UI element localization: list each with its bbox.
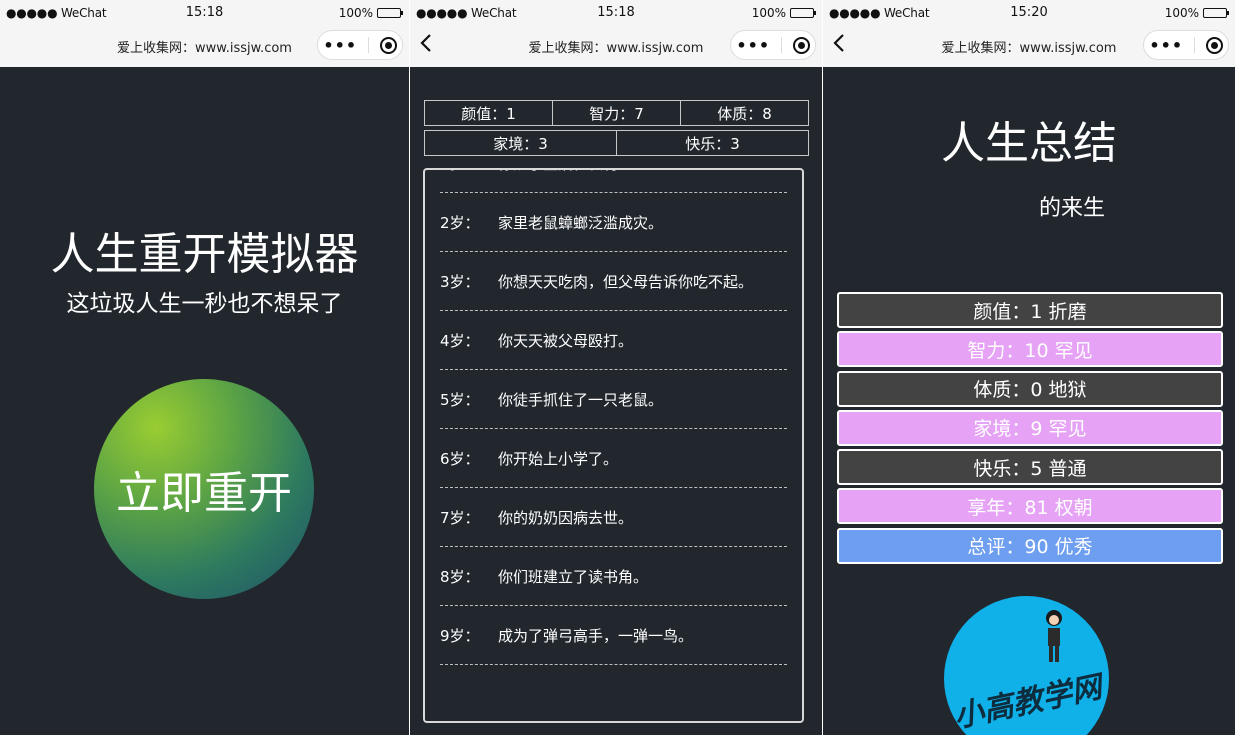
log-text: 成为了弹弓高手，一弹一鸟。 [498, 626, 694, 645]
life-log-scroll[interactable]: 1岁：你从小生活在农村 2岁： 家里老鼠蟑螂泛滥成灾。 3岁： 你想天天吃肉，但父母告诉… [423, 168, 804, 723]
log-age: 3岁： [440, 272, 480, 291]
logo-text: 小高教学网 [950, 669, 1105, 735]
life-log-list: 1岁：你从小生活在农村 2岁： 家里老鼠蟑螂泛滥成灾。 3岁： 你想天天吃肉，但父母告诉… [440, 170, 787, 665]
log-age: 4岁： [440, 331, 480, 350]
summary-result-bar: 总评：90 优秀 [837, 527, 1223, 564]
nav-bar: 爱上收集网：www.issjw.com ••• [823, 26, 1235, 67]
home-screen: ●●●●● WeChat 15:18 100% 爱上收集网：www.issjw.… [0, 0, 409, 735]
more-dots-icon[interactable]: ••• [736, 36, 770, 55]
battery-indicator: 100% [1164, 6, 1229, 20]
cartoon-figure-icon [1046, 610, 1062, 662]
attribute-row: 颜值：1 智力：7 体质：8 [424, 100, 809, 126]
game-screen: ●●●●● WeChat 15:18 100% 爱上收集网：www.issjw.… [410, 0, 822, 735]
log-text: 你徒手抓住了一只老鼠。 [498, 390, 664, 409]
attribute-cell: 体质：8 [680, 100, 809, 126]
capsule-divider [780, 37, 782, 53]
log-age: 1岁： [440, 170, 498, 174]
nav-bar: 爱上收集网：www.issjw.com ••• [0, 26, 409, 67]
app-title: 人生重开模拟器 [50, 229, 359, 280]
log-text: 你的奶奶因病去世。 [498, 508, 634, 527]
summary-title: 人生总结 [941, 118, 1117, 169]
battery-icon [1203, 8, 1229, 18]
attribute-cell: 颜值：1 [424, 100, 553, 126]
app-subtitle: 这垃圾人生一秒也不想呆了 [66, 291, 343, 317]
life-log-item: 3岁： 你想天天吃肉，但父母告诉你吃不起。 [440, 252, 787, 311]
life-log-item: 7岁： 你的奶奶因病去世。 [440, 488, 787, 547]
status-bar: ●●●●● WeChat 15:18 100% [0, 0, 409, 26]
restart-button[interactable]: 立即重开 [94, 379, 314, 599]
battery-indicator: 100% [751, 6, 816, 20]
target-close-icon[interactable] [792, 36, 810, 54]
battery-icon [377, 8, 403, 18]
mini-program-capsule[interactable]: ••• [730, 30, 816, 60]
life-log-item: 5岁： 你徒手抓住了一只老鼠。 [440, 370, 787, 429]
summary-result-list: 颜值：1 折磨 智力：10 罕见 体质：0 地狱 家境：9 罕见 快乐：5 普通 享年：8… [837, 292, 1223, 567]
mini-program-capsule[interactable]: ••• [317, 30, 403, 60]
life-log-item: 8岁： 你们班建立了读书角。 [440, 547, 787, 606]
log-age: 8岁： [440, 567, 480, 586]
status-bar: ●●●●● WeChat 15:20 100% [823, 0, 1235, 26]
life-log-item: 2岁： 家里老鼠蟑螂泛滥成灾。 [440, 193, 787, 252]
log-text: 家里老鼠蟑螂泛滥成灾。 [498, 213, 664, 232]
site-logo: 小高教学网 [944, 596, 1109, 735]
battery-indicator: 100% [338, 6, 403, 20]
log-text: 你想天天吃肉，但父母告诉你吃不起。 [498, 272, 754, 291]
log-text: 你从小生活在农村 [498, 170, 787, 174]
summary-result-bar: 体质：0 地狱 [837, 370, 1223, 407]
more-dots-icon[interactable]: ••• [323, 36, 357, 55]
log-text: 你开始上小学了。 [498, 449, 619, 468]
battery-icon [790, 8, 816, 18]
log-text: 你们班建立了读书角。 [498, 567, 649, 586]
summary-result-bar: 家境：9 罕见 [837, 409, 1223, 446]
target-close-icon[interactable] [379, 36, 397, 54]
log-age: 9岁： [440, 626, 480, 645]
battery-percent: 100% [338, 6, 373, 20]
attribute-row: 家境：3 快乐：3 [424, 130, 809, 156]
battery-percent: 100% [751, 6, 786, 20]
summary-result-bar: 享年：81 权朝 [837, 488, 1223, 525]
capsule-divider [367, 37, 369, 53]
more-dots-icon[interactable]: ••• [1149, 36, 1183, 55]
summary-result-bar: 快乐：5 普通 [837, 449, 1223, 486]
summary-result-bar: 智力：10 罕见 [837, 331, 1223, 368]
life-log-item: 6岁： 你开始上小学了。 [440, 429, 787, 488]
status-bar: ●●●●● WeChat 15:18 100% [410, 0, 822, 26]
target-close-icon[interactable] [1205, 36, 1223, 54]
nav-bar: 爱上收集网：www.issjw.com ••• [410, 26, 822, 67]
summary-screen: ●●●●● WeChat 15:20 100% 爱上收集网：www.issjw.… [823, 0, 1235, 735]
summary-subtitle: 的来生 [1039, 196, 1106, 221]
capsule-divider [1193, 37, 1195, 53]
life-log-item: 9岁： 成为了弹弓高手，一弹一鸟。 [440, 606, 787, 665]
log-age: 5岁： [440, 390, 480, 409]
log-age: 7岁： [440, 508, 480, 527]
log-age: 2岁： [440, 213, 480, 232]
log-age: 6岁： [440, 449, 480, 468]
mini-program-capsule[interactable]: ••• [1143, 30, 1229, 60]
battery-percent: 100% [1164, 6, 1199, 20]
summary-result-bar: 颜值：1 折磨 [837, 292, 1223, 328]
attribute-cell: 家境：3 [424, 130, 617, 156]
life-log-item: 4岁： 你天天被父母殴打。 [440, 311, 787, 370]
life-log-item: 1岁：你从小生活在农村 [440, 170, 787, 193]
attribute-cell: 智力：7 [552, 100, 681, 126]
log-text: 你天天被父母殴打。 [498, 331, 634, 350]
attribute-cell: 快乐：3 [616, 130, 809, 156]
